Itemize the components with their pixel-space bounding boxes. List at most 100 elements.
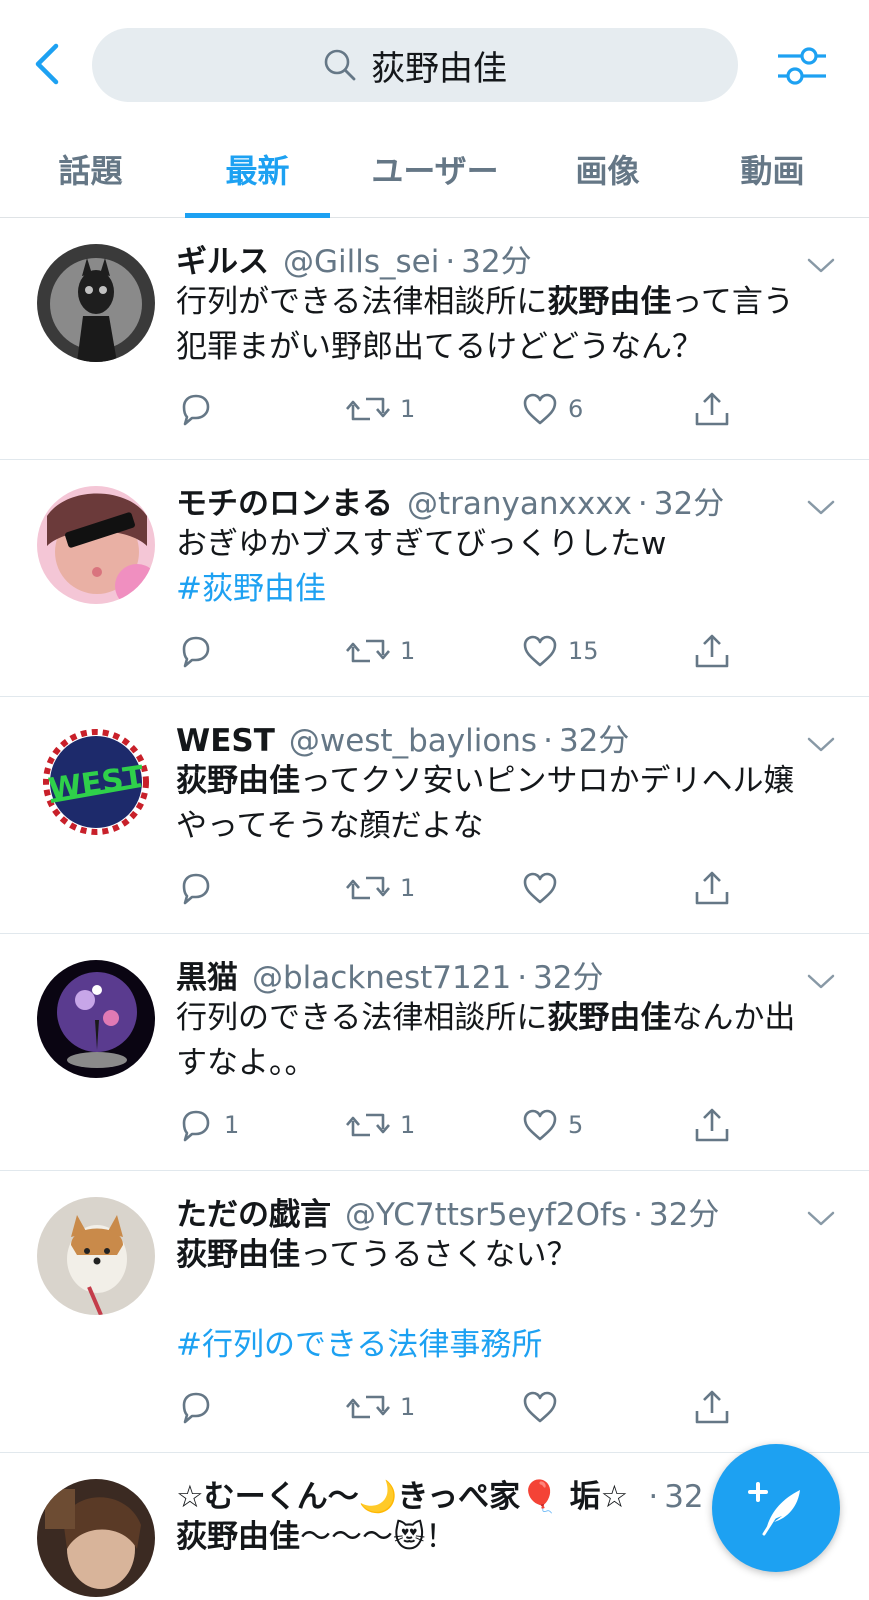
retweet-button[interactable]: 1 [344,387,415,431]
tweet-content: WEST @west_baylions · 32分 荻野由佳ってクソ安いピンサロ… [176,715,816,849]
tweet-text: 行列ができる法律相談所に荻野由佳って言う犯罪まがい野郎出てるけどどうなん？ [176,280,816,370]
share-icon [692,1105,732,1145]
chevron-down-icon[interactable] [806,970,836,994]
tweet[interactable]: WEST WEST @west_baylions · 32分 荻野由佳ってクソ安… [0,697,869,934]
display-name[interactable]: WEST [176,723,275,759]
search-input[interactable]: 荻野由佳 [92,28,738,102]
search-term-highlight: 荻野由佳 [547,284,672,320]
display-name[interactable]: モチのロンまる [176,478,393,522]
retweet-icon [344,1105,392,1145]
chevron-down-icon[interactable] [806,254,836,278]
avatar[interactable] [37,1197,155,1315]
like-button[interactable] [520,866,568,910]
tab-videos[interactable]: 動画 [700,130,845,218]
tweet-text-part: 行列のできる法律相談所に [176,1000,548,1036]
chevron-down-icon[interactable] [806,733,836,757]
user-handle[interactable]: @Gills_sei [283,244,439,280]
tweet-header: ギルス @Gills_sei · 32分 [176,236,816,280]
retweet-button[interactable]: 1 [344,629,415,673]
timestamp: 32分 [533,960,604,996]
user-handle[interactable]: @blacknest7121 [252,960,511,996]
heart-icon [520,1387,560,1427]
chevron-down-icon[interactable] [806,1207,836,1231]
tweet-text: 行列のできる法律相談所に荻野由佳なんか出すなよ。。 [176,996,816,1086]
reply-button[interactable]: 1 [176,1103,239,1147]
retweet-button[interactable]: 1 [344,866,415,910]
retweet-icon [344,389,392,429]
search-icon [324,49,356,81]
retweet-count: 1 [400,1111,416,1139]
like-count: 15 [568,637,599,665]
reply-count: 1 [224,1111,240,1139]
separator-dot: · [633,1197,643,1233]
user-handle[interactable]: @west_baylions [289,723,537,759]
heart-icon [520,868,560,908]
share-icon [692,631,732,671]
tweet[interactable]: ただの戯言 @YC7ttsr5eyf2Ofs · 32分 荻野由佳ってうるさくな… [0,1171,869,1453]
display-name[interactable]: 黒猫 [176,952,238,996]
tweet[interactable]: モチのロンまる @tranyanxxxx · 32分 おぎゆかブスすぎてびっくり… [0,460,869,697]
reply-button[interactable] [176,629,224,673]
share-icon [692,1387,732,1427]
separator-dot: · [648,1479,659,1515]
reply-icon [176,868,216,908]
like-button[interactable]: 5 [520,1103,583,1147]
tweet-content: モチのロンまる @tranyanxxxx · 32分 おぎゆかブスすぎてびっくり… [176,478,816,612]
chevron-down-icon[interactable] [806,496,836,520]
hashtag-link[interactable]: #行列のできる法律事務所 [176,1327,542,1363]
reply-icon [176,1387,216,1427]
display-name[interactable]: ギルス [176,236,269,280]
search-filter-button[interactable] [772,38,832,94]
tweet-text: 荻野由佳ってうるさくない？ [176,1233,816,1278]
avatar[interactable] [37,1479,155,1597]
retweet-count: 1 [400,1393,416,1421]
hashtag-link[interactable]: #荻野由佳 [176,571,326,607]
timestamp: 32分 [558,723,630,759]
tweet-actions: 1 [176,866,736,910]
reply-button[interactable] [176,1385,224,1429]
tab-photos[interactable]: 画像 [535,130,680,218]
avatar[interactable] [37,244,155,362]
tweet-text-part: 〜〜〜😻！ [300,1519,457,1555]
compose-tweet-button[interactable] [712,1444,840,1572]
tweet-actions: 1 [176,1385,736,1429]
share-button[interactable] [692,387,732,431]
heart-icon [520,389,560,429]
user-handle[interactable]: @YC7ttsr5eyf2Ofs [345,1197,627,1233]
share-button[interactable] [692,866,732,910]
reply-button[interactable] [176,866,224,910]
avatar[interactable] [37,960,155,1078]
display-name[interactable]: ただの戯言 [176,1189,331,1233]
like-button[interactable]: 6 [520,387,583,431]
separator-dot: · [637,486,648,522]
tweet-text: おぎゆかブスすぎてびっくりしたw [176,526,667,562]
like-button[interactable] [520,1385,568,1429]
share-button[interactable] [692,629,732,673]
tweet[interactable]: ギルス @Gills_sei · 32分 行列ができる法律相談所に荻野由佳って言… [0,218,869,460]
like-button[interactable]: 15 [520,629,599,673]
retweet-icon [344,868,392,908]
tab-people[interactable]: ユーザー [350,130,520,218]
retweet-button[interactable]: 1 [344,1103,415,1147]
search-term-highlight: 荻野由佳 [176,1519,300,1555]
like-count: 5 [568,1111,584,1139]
tweet-text-part: 行列ができる法律相談所に [176,284,548,320]
share-button[interactable] [692,1385,732,1429]
tweet-text-part: ってうるさくない？ [300,1237,578,1273]
tab-latest[interactable]: 最新 [185,130,330,218]
share-button[interactable] [692,1103,732,1147]
search-term-highlight: 荻野由佳 [547,1000,672,1036]
reply-button[interactable] [176,387,224,431]
back-button[interactable] [22,36,72,92]
display-name[interactable]: ☆むーくん〜🌙きっぺ家🎈 垢☆ [176,1471,628,1515]
separator-dot: · [445,244,456,280]
tweet[interactable]: 黒猫 @blacknest7121 · 32分 行列のできる法律相談所に荻野由佳… [0,934,869,1171]
tab-top[interactable]: 話題 [18,130,163,218]
avatar[interactable] [37,486,155,604]
like-count: 6 [568,395,584,423]
tweet-actions: 1 1 5 [176,1103,736,1147]
retweet-button[interactable]: 1 [344,1385,415,1429]
tweet-feed: ギルス @Gills_sei · 32分 行列ができる法律相談所に荻野由佳って言… [0,218,869,1600]
user-handle[interactable]: @tranyanxxxx [407,486,632,522]
avatar[interactable]: WEST [37,723,155,841]
